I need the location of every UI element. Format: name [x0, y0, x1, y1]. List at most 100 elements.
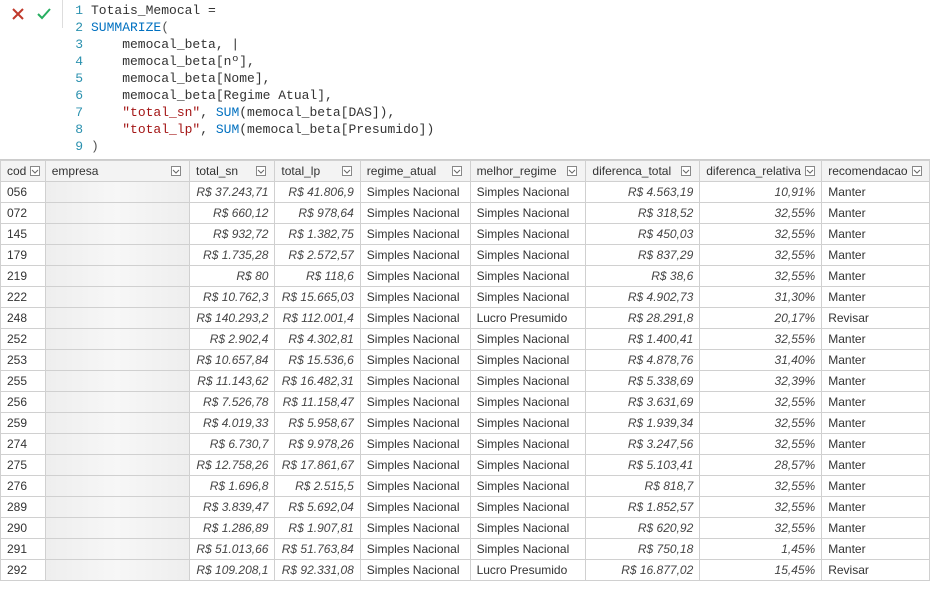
table-row[interactable]: 289R$ 3.839,47R$ 5.692,04Simples Naciona…: [1, 497, 930, 518]
table-row[interactable]: 259R$ 4.019,33R$ 5.958,67Simples Naciona…: [1, 413, 930, 434]
table-row[interactable]: 072R$ 660,12R$ 978,64Simples NacionalSim…: [1, 203, 930, 224]
table-row[interactable]: 253R$ 10.657,84R$ 15.536,6Simples Nacion…: [1, 350, 930, 371]
editor-line[interactable]: 3 memocal_beta, |: [63, 36, 930, 53]
cell: 32,55%: [700, 329, 822, 350]
cell: 20,17%: [700, 308, 822, 329]
cell: [45, 497, 189, 518]
line-code[interactable]: "total_lp", SUM(memocal_beta[Presumido]): [91, 121, 434, 138]
cell: R$ 3.631,69: [586, 392, 700, 413]
cell: [45, 203, 189, 224]
table-row[interactable]: 145R$ 932,72R$ 1.382,75Simples NacionalS…: [1, 224, 930, 245]
table-row[interactable]: 290R$ 1.286,89R$ 1.907,81Simples Naciona…: [1, 518, 930, 539]
table-row[interactable]: 291R$ 51.013,66R$ 51.763,84Simples Nacio…: [1, 539, 930, 560]
cancel-button[interactable]: [8, 4, 28, 24]
dax-editor[interactable]: 1Totais_Memocal =2SUMMARIZE(3 memocal_be…: [63, 0, 930, 159]
filter-icon[interactable]: [30, 165, 42, 177]
cell: Simples Nacional: [470, 392, 586, 413]
table-row[interactable]: 252R$ 2.902,4R$ 4.302,81Simples Nacional…: [1, 329, 930, 350]
cell: Manter: [822, 434, 930, 455]
column-label: regime_atual: [367, 164, 436, 178]
column-header-total_sn[interactable]: total_sn: [190, 161, 275, 182]
cell: 256: [1, 392, 46, 413]
cell: R$ 118,6: [275, 266, 360, 287]
cell: Simples Nacional: [360, 476, 470, 497]
editor-line[interactable]: 2SUMMARIZE(: [63, 19, 930, 36]
cell: R$ 450,03: [586, 224, 700, 245]
column-header-empresa[interactable]: empresa: [45, 161, 189, 182]
line-code[interactable]: SUMMARIZE(: [91, 19, 169, 36]
filter-icon[interactable]: [452, 165, 464, 177]
column-header-melhor_regime[interactable]: melhor_regime: [470, 161, 586, 182]
cell: Simples Nacional: [360, 413, 470, 434]
editor-line[interactable]: 4 memocal_beta[nº],: [63, 53, 930, 70]
filter-icon[interactable]: [256, 165, 268, 177]
editor-line[interactable]: 6 memocal_beta[Regime Atual],: [63, 87, 930, 104]
column-header-total_lp[interactable]: total_lp: [275, 161, 360, 182]
column-header-cod[interactable]: cod: [1, 161, 46, 182]
cell: R$ 818,7: [586, 476, 700, 497]
editor-line[interactable]: 9): [63, 138, 930, 155]
table-row[interactable]: 222R$ 10.762,3R$ 15.665,03Simples Nacion…: [1, 287, 930, 308]
line-number: 9: [63, 138, 91, 155]
cell: R$ 11.143,62: [190, 371, 275, 392]
column-header-regime_atual[interactable]: regime_atual: [360, 161, 470, 182]
cell: Simples Nacional: [360, 287, 470, 308]
editor-line[interactable]: 7 "total_sn", SUM(memocal_beta[DAS]),: [63, 104, 930, 121]
cell: R$ 5.958,67: [275, 413, 360, 434]
filter-icon[interactable]: [805, 165, 817, 177]
line-code[interactable]: "total_sn", SUM(memocal_beta[DAS]),: [91, 104, 395, 121]
table-row[interactable]: 276R$ 1.696,8R$ 2.515,5Simples NacionalS…: [1, 476, 930, 497]
filter-icon[interactable]: [681, 165, 693, 177]
table-row[interactable]: 248R$ 140.293,2R$ 112.001,4Simples Nacio…: [1, 308, 930, 329]
cell: Lucro Presumido: [470, 560, 586, 581]
cell: Simples Nacional: [470, 266, 586, 287]
filter-icon[interactable]: [342, 165, 354, 177]
column-label: cod: [7, 164, 26, 178]
cell: R$ 932,72: [190, 224, 275, 245]
line-code[interactable]: Totais_Memocal =: [91, 2, 216, 19]
line-number: 2: [63, 19, 91, 36]
table-row[interactable]: 179R$ 1.735,28R$ 2.572,57Simples Naciona…: [1, 245, 930, 266]
filter-icon[interactable]: [912, 165, 924, 177]
line-code[interactable]: memocal_beta[Nome],: [91, 70, 270, 87]
cell: R$ 1.696,8: [190, 476, 275, 497]
cell: Simples Nacional: [470, 476, 586, 497]
table-row[interactable]: 056R$ 37.243,71R$ 41.806,9Simples Nacion…: [1, 182, 930, 203]
cell: 32,55%: [700, 392, 822, 413]
line-code[interactable]: memocal_beta[nº],: [91, 53, 255, 70]
filter-icon[interactable]: [171, 165, 183, 177]
cell: [45, 182, 189, 203]
table-row[interactable]: 292R$ 109.208,1R$ 92.331,08Simples Nacio…: [1, 560, 930, 581]
column-header-diferenca_total[interactable]: diferenca_total: [586, 161, 700, 182]
line-code[interactable]: memocal_beta[Regime Atual],: [91, 87, 333, 104]
line-number: 7: [63, 104, 91, 121]
filter-icon[interactable]: [567, 165, 579, 177]
line-code[interactable]: ): [91, 138, 99, 155]
table-row[interactable]: 219R$ 80R$ 118,6Simples NacionalSimples …: [1, 266, 930, 287]
line-number: 5: [63, 70, 91, 87]
editor-line[interactable]: 8 "total_lp", SUM(memocal_beta[Presumido…: [63, 121, 930, 138]
formula-bar: 1Totais_Memocal =2SUMMARIZE(3 memocal_be…: [0, 0, 930, 160]
cell: R$ 92.331,08: [275, 560, 360, 581]
editor-line[interactable]: 1Totais_Memocal =: [63, 2, 930, 19]
cell: [45, 518, 189, 539]
table-row[interactable]: 255R$ 11.143,62R$ 16.482,31Simples Nacio…: [1, 371, 930, 392]
cell: Simples Nacional: [360, 371, 470, 392]
cell: Revisar: [822, 560, 930, 581]
commit-button[interactable]: [34, 4, 54, 24]
table-row[interactable]: 274R$ 6.730,7R$ 9.978,26Simples Nacional…: [1, 434, 930, 455]
cell: R$ 2.515,5: [275, 476, 360, 497]
cell: R$ 750,18: [586, 539, 700, 560]
data-table: cod empresatotal_sntotal_lp regime_atual me…: [0, 160, 930, 581]
line-code[interactable]: memocal_beta, |: [91, 36, 239, 53]
column-header-diferenca_relativa[interactable]: diferenca_relativa: [700, 161, 822, 182]
cell: Simples Nacional: [470, 539, 586, 560]
cell: Manter: [822, 329, 930, 350]
cell: Simples Nacional: [360, 203, 470, 224]
table-row[interactable]: 275R$ 12.758,26R$ 17.861,67Simples Nacio…: [1, 455, 930, 476]
table-row[interactable]: 256R$ 7.526,78R$ 11.158,47Simples Nacion…: [1, 392, 930, 413]
cell: [45, 455, 189, 476]
column-header-recomendacao[interactable]: recomendacao: [822, 161, 930, 182]
editor-line[interactable]: 5 memocal_beta[Nome],: [63, 70, 930, 87]
cell: R$ 1.907,81: [275, 518, 360, 539]
